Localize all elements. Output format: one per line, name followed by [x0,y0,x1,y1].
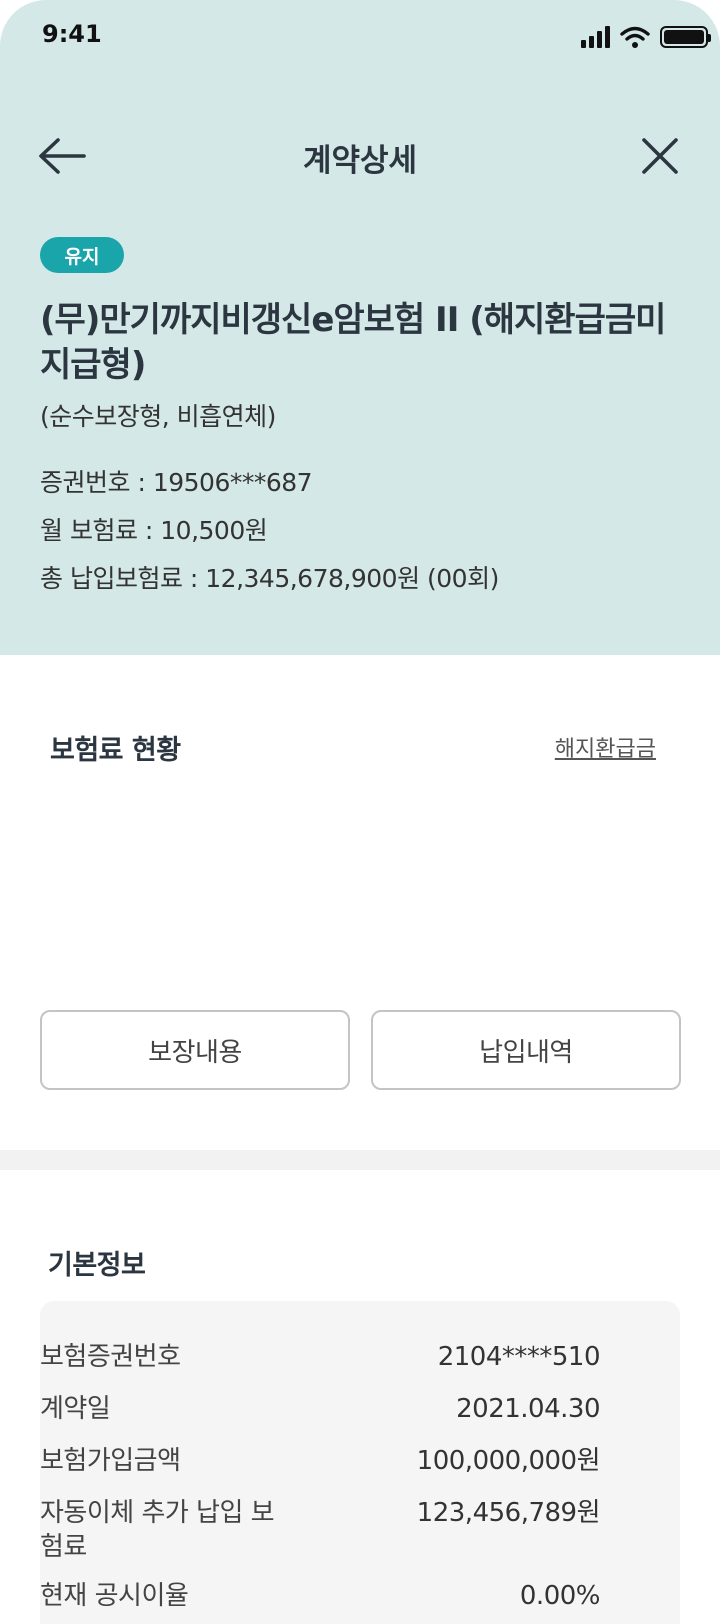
info-row-value: 2104****510 [437,1342,601,1372]
page-title: 계약상세 [302,143,418,179]
total-paid-premium: 총 납입보험료 : 12,345,678,900원 (00회) [40,564,499,593]
info-row-value: 0.00% [519,1581,601,1611]
info-row-label: 보험증권번호 [40,1342,181,1372]
info-row: 자동이체 추가 납입 보험료 123,456,789원 [40,1496,601,1564]
contract-status-badge: 유지 [40,237,124,273]
basic-info-title: 기본정보 [48,1250,146,1281]
info-row-label: 현재 공시이율 [40,1581,189,1611]
status-bar-time: 9:41 [42,20,102,48]
close-icon[interactable] [638,134,682,178]
monthly-premium: 월 보험료 : 10,500원 [40,516,268,545]
wifi-icon [620,26,650,48]
info-row-label: 계약일 [40,1394,111,1424]
surrender-refund-link[interactable]: 해지환급금 [555,731,656,763]
battery-icon [660,26,711,48]
info-row-value: 123,456,789원 [416,1498,601,1528]
section-divider [0,1150,720,1170]
info-row-label: 보험가입금액 [40,1446,181,1476]
info-row: 보험가입금액 100,000,000원 [40,1444,601,1478]
cellular-signal-icon [581,26,610,48]
info-row: 보험증권번호 2104****510 [40,1340,601,1374]
status-bar-icons [581,26,711,48]
info-row-label: 자동이체 추가 납입 보험료 [40,1498,275,1562]
payment-history-button[interactable]: 납입내역 [371,1010,681,1090]
coverage-details-button[interactable]: 보장내용 [40,1010,350,1090]
product-subtitle: (순수보장형, 비흡연체) [40,402,276,431]
info-row: 현재 공시이율 0.00% [40,1579,601,1613]
policy-number: 증권번호 : 19506***687 [40,468,313,497]
info-row: 계약일 2021.04.30 [40,1392,600,1426]
screen: 9:41 계약상세 유지 (무)만기까지비갱신e암보험 II (해지환급금미지급… [0,0,720,1624]
info-row-value: 2021.04.30 [456,1394,600,1424]
product-name: (무)만기까지비갱신e암보험 II (해지환급금미지급형) [40,300,666,385]
premium-status-title: 보험료 현황 [50,735,181,766]
info-row-value: 100,000,000원 [416,1446,601,1476]
